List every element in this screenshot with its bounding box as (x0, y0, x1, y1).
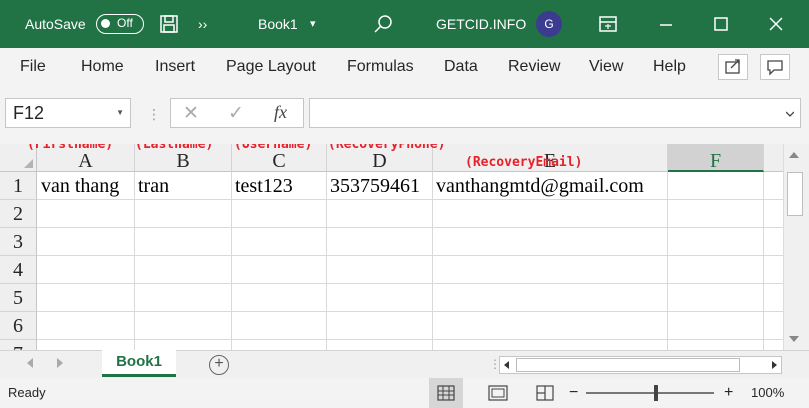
row-header-4[interactable]: 4 (0, 256, 37, 284)
zoom-in-button[interactable]: + (724, 378, 733, 408)
worksheet-grid[interactable]: A B C D E F 1 2 3 4 5 6 7 van thang tran… (0, 144, 783, 350)
row-header-2[interactable]: 2 (0, 200, 37, 228)
column-header-next[interactable] (764, 144, 783, 172)
cell-b1[interactable]: tran (134, 172, 169, 200)
tab-view[interactable]: View (589, 48, 623, 86)
sheet-tab-bar: Book1 + ⋮ (0, 350, 809, 378)
row-header-5[interactable]: 5 (0, 284, 37, 312)
more-commands-icon[interactable]: ›› (198, 0, 207, 48)
name-box-dropdown-icon[interactable]: ▼ (116, 99, 124, 127)
scroll-left-icon[interactable] (504, 361, 509, 369)
add-sheet-icon[interactable]: + (209, 355, 229, 375)
avatar[interactable]: G (536, 11, 562, 37)
scroll-up-icon[interactable] (789, 152, 799, 158)
gridline (37, 227, 783, 228)
insert-function-icon[interactable]: fx (274, 102, 287, 123)
gridline (37, 255, 783, 256)
status-ready: Ready (8, 385, 46, 400)
minimize-icon[interactable] (642, 0, 690, 48)
comment-icon (767, 60, 783, 76)
tab-file[interactable]: File (20, 48, 46, 86)
name-box-value: F12 (13, 103, 45, 123)
gridline (37, 339, 783, 340)
toggle-knob (101, 19, 110, 28)
tab-home[interactable]: Home (81, 48, 124, 86)
page-break-preview-icon[interactable] (528, 378, 562, 408)
annotation-recovery-email: (RecoveryEmail) (465, 155, 583, 170)
document-title[interactable]: Book1 (258, 0, 298, 48)
maximize-icon[interactable] (697, 0, 745, 48)
gridline (667, 172, 668, 350)
row-header-3[interactable]: 3 (0, 228, 37, 256)
page-layout-view-icon[interactable] (481, 378, 515, 408)
tab-insert[interactable]: Insert (155, 48, 195, 86)
normal-view-icon[interactable] (429, 378, 463, 408)
close-icon[interactable] (752, 0, 800, 48)
cell-c1[interactable]: test123 (231, 172, 293, 200)
row-header-6[interactable]: 6 (0, 312, 37, 340)
name-box[interactable]: F12 ▼ (5, 98, 131, 128)
annotation-lastname: (Lastname) (135, 144, 214, 152)
sheet-tab-book1[interactable]: Book1 (102, 350, 176, 377)
save-icon[interactable] (159, 14, 179, 34)
tab-page-layout[interactable]: Page Layout (226, 48, 316, 86)
formula-buttons: ✕ ✓ fx (170, 98, 304, 128)
zoom-out-button[interactable]: − (569, 378, 578, 408)
title-bar: AutoSave Off ›› Book1 ▾ GETCID.INFO G (0, 0, 809, 48)
scroll-down-icon[interactable] (789, 336, 799, 342)
expand-formula-icon[interactable] (786, 110, 794, 118)
tab-data[interactable]: Data (444, 48, 478, 86)
zoom-slider-thumb[interactable] (654, 385, 658, 401)
vertical-scrollbar[interactable] (783, 144, 809, 350)
annotation-recovery-phone: (RecoveryPhone) (328, 144, 446, 152)
formula-input[interactable] (309, 98, 801, 128)
horizontal-scroll-thumb[interactable] (516, 358, 740, 372)
search-icon[interactable] (373, 14, 393, 34)
cell-a1[interactable]: van thang (37, 172, 119, 200)
formula-bar: F12 ▼ ⋮ ✕ ✓ fx (0, 86, 809, 144)
enter-icon[interactable]: ✓ (228, 102, 244, 125)
ribbon-display-icon[interactable] (598, 14, 618, 34)
column-header-f[interactable]: F (668, 144, 764, 172)
gridline (763, 172, 764, 350)
horizontal-scrollbar[interactable] (499, 356, 782, 374)
account-title: GETCID.INFO (436, 16, 527, 32)
gridline (37, 283, 783, 284)
zoom-level[interactable]: 100% (751, 378, 784, 408)
autosave-toggle[interactable]: Off (96, 14, 144, 34)
gridline (37, 311, 783, 312)
annotation-firstname: (Firstname) (27, 144, 114, 152)
row-header-7[interactable]: 7 (0, 340, 37, 350)
previous-sheet-icon[interactable] (27, 358, 33, 368)
annotation-username: (Username) (234, 144, 313, 152)
row-header-1[interactable]: 1 (0, 172, 37, 200)
autosave-label: AutoSave (25, 16, 86, 32)
formula-bar-grip[interactable]: ⋮ (147, 107, 161, 121)
status-bar: Ready − + 100% (0, 378, 809, 408)
title-dropdown-icon[interactable]: ▾ (310, 0, 316, 48)
next-sheet-icon[interactable] (57, 358, 63, 368)
cell-e1[interactable]: vanthangmtd@gmail.com (432, 172, 644, 200)
ribbon-tabs: File Home Insert Page Layout Formulas Da… (0, 48, 809, 86)
scroll-right-icon[interactable] (772, 361, 777, 369)
vertical-scroll-thumb[interactable] (787, 172, 803, 216)
zoom-slider[interactable] (586, 392, 714, 394)
cell-d1[interactable]: 353759461 (326, 172, 420, 200)
tab-help[interactable]: Help (653, 48, 686, 86)
tab-formulas[interactable]: Formulas (347, 48, 414, 86)
tab-review[interactable]: Review (508, 48, 560, 86)
autosave-state: Off (117, 16, 133, 30)
share-button[interactable] (718, 54, 748, 80)
comments-button[interactable] (760, 54, 790, 80)
share-icon (725, 59, 740, 74)
cancel-icon[interactable]: ✕ (183, 102, 199, 125)
